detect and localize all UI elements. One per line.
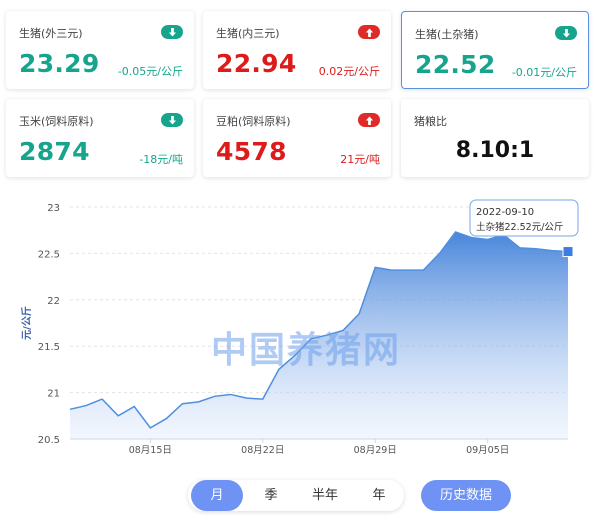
tab-quarter[interactable]: 季 xyxy=(245,480,297,511)
card-title: 生猪(土杂猪) xyxy=(415,28,479,41)
tooltip-value: 土杂猪22.52元/公斤 xyxy=(476,221,563,233)
data-point[interactable] xyxy=(357,312,361,316)
data-point[interactable] xyxy=(373,265,377,269)
card-title: 生猪(内三元) xyxy=(216,27,280,40)
ratio-value: 8.10:1 xyxy=(455,138,535,163)
data-point[interactable] xyxy=(518,246,522,250)
card-change: -0.05元/公斤 xyxy=(117,65,183,78)
data-point[interactable] xyxy=(100,397,104,401)
data-point[interactable] xyxy=(164,417,168,421)
data-point[interactable] xyxy=(405,268,409,272)
card-pig-tuzazhu[interactable]: 生猪(土杂猪) 22.52 -0.01元/公斤 xyxy=(401,11,589,89)
y-tick-label: 22 xyxy=(47,296,60,307)
card-pig-neisanyuan[interactable]: 生猪(内三元) 22.94 0.02元/公斤 xyxy=(203,11,391,89)
tab-year[interactable]: 年 xyxy=(353,480,405,511)
card-soymeal[interactable]: 豆粕(饲料原料) 4578 21元/吨 xyxy=(203,99,391,177)
y-tick-label: 22.5 xyxy=(38,249,60,260)
data-point[interactable] xyxy=(470,236,474,240)
y-tick-label: 21.5 xyxy=(38,342,60,353)
card-title: 猪粮比 xyxy=(414,115,447,128)
arrow-down-icon xyxy=(555,26,577,40)
arrow-down-icon xyxy=(161,113,183,127)
data-point[interactable] xyxy=(148,426,152,430)
card-change: -0.01元/公斤 xyxy=(511,66,577,79)
data-point[interactable] xyxy=(534,247,538,251)
card-price: 2874 xyxy=(19,137,90,166)
data-point[interactable] xyxy=(421,268,425,272)
card-corn[interactable]: 玉米(饲料原料) 2874 -18元/吨 xyxy=(6,99,194,177)
card-title: 豆粕(饲料原料) xyxy=(216,115,291,128)
y-axis-label: 元/公斤 xyxy=(20,306,33,340)
selected-point-marker[interactable] xyxy=(562,246,574,258)
data-point[interactable] xyxy=(486,237,490,241)
card-change: 0.02元/公斤 xyxy=(318,65,380,78)
price-chart: 20.5 21 21.5 22 22.5 23 元/公斤 08月15日 08月22日 08月29日… xyxy=(20,199,579,456)
card-title: 玉米(饲料原料) xyxy=(19,115,94,128)
x-tick-label: 08月22日 xyxy=(241,445,284,456)
period-tabs: 月 季 半年 年 xyxy=(188,480,404,511)
card-pig-waisanyuan[interactable]: 生猪(外三元) 23.29 -0.05元/公斤 xyxy=(6,11,194,89)
tab-half-year[interactable]: 半年 xyxy=(299,480,351,511)
watermark: 中国养猪网 xyxy=(211,329,401,371)
tooltip-date: 2022-09-10 xyxy=(476,207,534,218)
data-point[interactable] xyxy=(116,414,120,418)
card-price: 4578 xyxy=(216,137,287,166)
data-point[interactable] xyxy=(84,404,88,408)
x-tick-label: 09月05日 xyxy=(466,445,509,456)
y-tick-label: 21 xyxy=(47,389,60,400)
card-change: -18元/吨 xyxy=(139,153,183,166)
data-point[interactable] xyxy=(550,249,554,253)
data-point[interactable] xyxy=(229,392,233,396)
y-tick-label: 20.5 xyxy=(38,435,60,446)
data-point[interactable] xyxy=(389,268,393,272)
arrow-down-icon xyxy=(161,25,183,39)
data-point[interactable] xyxy=(68,407,72,411)
data-point[interactable] xyxy=(132,405,136,409)
card-hog-grain-ratio[interactable]: 猪粮比 8.10:1 xyxy=(401,99,589,177)
data-point[interactable] xyxy=(213,394,217,398)
card-title: 生猪(外三元) xyxy=(19,27,83,40)
data-point[interactable] xyxy=(261,397,265,401)
x-tick-label: 08月15日 xyxy=(129,445,172,456)
card-price: 22.94 xyxy=(216,49,297,78)
card-price: 23.29 xyxy=(19,49,100,78)
arrow-up-icon xyxy=(358,25,380,39)
data-point[interactable] xyxy=(454,230,458,234)
data-point[interactable] xyxy=(197,400,201,404)
data-point[interactable] xyxy=(245,396,249,400)
data-point[interactable] xyxy=(437,251,441,255)
y-tick-label: 23 xyxy=(47,203,60,214)
card-price: 22.52 xyxy=(415,50,496,79)
card-change: 21元/吨 xyxy=(340,153,380,166)
arrow-up-icon xyxy=(358,113,380,127)
tab-month[interactable]: 月 xyxy=(191,480,243,511)
history-data-button[interactable]: 历史数据 xyxy=(421,480,511,511)
x-tick-label: 08月29日 xyxy=(354,445,397,456)
data-point[interactable] xyxy=(180,402,184,406)
